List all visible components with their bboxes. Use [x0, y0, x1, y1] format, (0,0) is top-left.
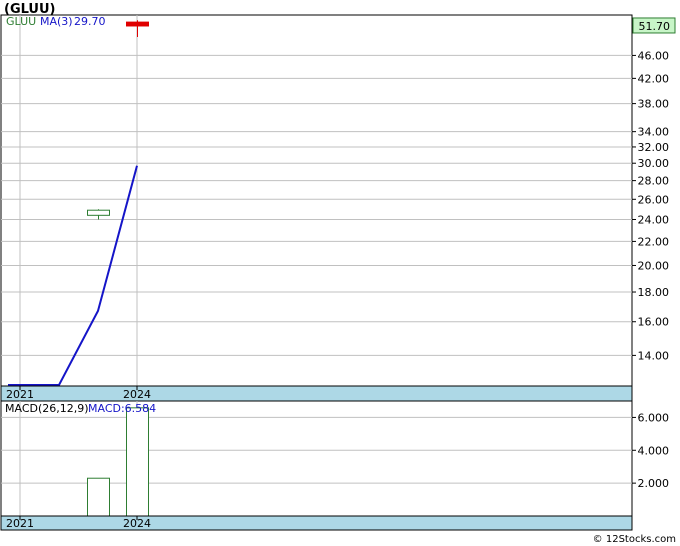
- ma-series: [8, 165, 138, 386]
- price-tick-label: 32.00: [638, 141, 670, 154]
- macd-x-tick-label: 2021: [6, 517, 34, 530]
- price-tick-label: 34.00: [638, 126, 670, 139]
- macd-x-axis-band: [0, 515, 633, 531]
- macd-bar: [87, 477, 110, 517]
- price-panel-frame: [0, 14, 633, 402]
- price-x-tick-label: 2021: [6, 388, 34, 401]
- macd-params-label: MACD(26,12,9): [5, 402, 89, 415]
- ma-line: [8, 165, 138, 386]
- macd-value-label: MACD:6.584: [88, 402, 156, 415]
- price-tick-label: 20.00: [638, 259, 670, 272]
- legend-ma-label: MA(3): [40, 15, 73, 28]
- macd-tick-label: 2.000: [638, 477, 670, 490]
- stock-chart: (GLUU) 14.0016.0018.0020.0022.0024.0026.…: [0, 2, 676, 545]
- last-price-label: 51.70: [639, 20, 671, 33]
- price-tick-label: 22.00: [638, 235, 670, 248]
- price-tick-label: 14.00: [638, 349, 670, 362]
- price-tick-label: 18.00: [638, 286, 670, 299]
- candle-body: [126, 21, 149, 27]
- macd-y-axis: 2.000 4.000 6.000: [632, 411, 669, 490]
- macd-tick-label: 4.000: [638, 444, 670, 457]
- price-x-axis-band: [0, 385, 633, 402]
- macd-bars: [87, 407, 149, 517]
- candle-body: [87, 209, 110, 216]
- price-tick-label: 38.00: [638, 98, 670, 111]
- footer-credit: © 12Stocks.com: [593, 534, 676, 545]
- price-tick-label: 26.00: [638, 193, 670, 206]
- candles: [87, 20, 149, 220]
- legend-ma-value: 29.70: [74, 15, 106, 28]
- price-y-axis: 14.00 16.00 18.00 20.00 22.00 24.00 26.00 28.00…: [632, 49, 669, 362]
- price-tick-label: 28.00: [638, 175, 670, 188]
- price-tick-label: 24.00: [638, 213, 670, 226]
- macd-x-tick-label: 2024: [123, 517, 151, 530]
- price-x-tick-label: 2024: [123, 388, 151, 401]
- macd-bar: [126, 407, 149, 517]
- macd-panel: 2.000 4.000 6.000 2021 2024 MACD(26,12,9) M…: [0, 400, 669, 531]
- macd-tick-label: 6.000: [638, 411, 670, 424]
- price-tick-label: 46.00: [638, 49, 670, 62]
- price-tick-label: 30.00: [638, 157, 670, 170]
- price-panel: 14.00 16.00 18.00 20.00 22.00 24.00 26.00 28.00…: [0, 14, 676, 402]
- price-tick-label: 16.00: [638, 316, 670, 329]
- price-tick-label: 42.00: [638, 72, 670, 85]
- price-gridlines: [1, 15, 632, 386]
- legend-symbol: GLUU: [6, 15, 36, 28]
- last-price-tag: 51.70: [632, 17, 676, 34]
